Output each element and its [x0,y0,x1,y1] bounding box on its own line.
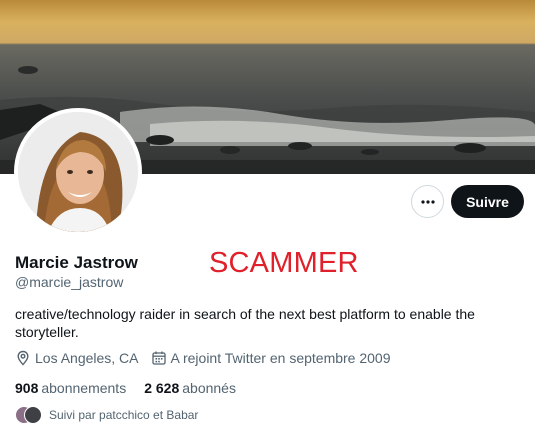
followers-count: 2 628 [144,380,180,396]
follow-button[interactable]: Suivre [451,185,524,218]
followers-link[interactable]: 2 628 abonnés [144,380,236,396]
followers-label: abonnés [182,380,236,396]
following-link[interactable]: 908 abonnements [15,380,126,396]
scammer-annotation: SCAMMER [209,247,359,279]
more-options-button[interactable] [411,185,444,218]
joined-text: A rejoint Twitter en septembre 2009 [170,350,391,366]
location-item: Los Angeles, CA [15,350,139,366]
mutual-avatar [24,406,42,424]
location-text: Los Angeles, CA [35,350,139,366]
follow-counts: 908 abonnements 2 628 abonnés [15,380,254,396]
map-pin-icon [17,350,29,366]
followed-by-text: Suivi par patcchico et Babar [49,408,199,422]
following-label: abonnements [41,380,127,396]
more-horizontal-icon [420,199,435,204]
calendar-icon [151,351,166,365]
profile-meta: Los Angeles, CA A rejoint Twitter en sep… [15,350,403,366]
user-handle: @marcie_jastrow [15,274,124,290]
following-count: 908 [15,380,39,396]
followed-by-row[interactable]: Suivi par patcchico et Babar [15,406,198,424]
profile-avatar[interactable] [14,108,142,236]
avatar-image [18,112,138,232]
profile-bio: creative/technology raider in search of … [15,306,475,340]
joined-item: A rejoint Twitter en septembre 2009 [151,350,391,366]
mutual-avatars [15,406,42,424]
display-name: Marcie Jastrow [15,253,138,272]
